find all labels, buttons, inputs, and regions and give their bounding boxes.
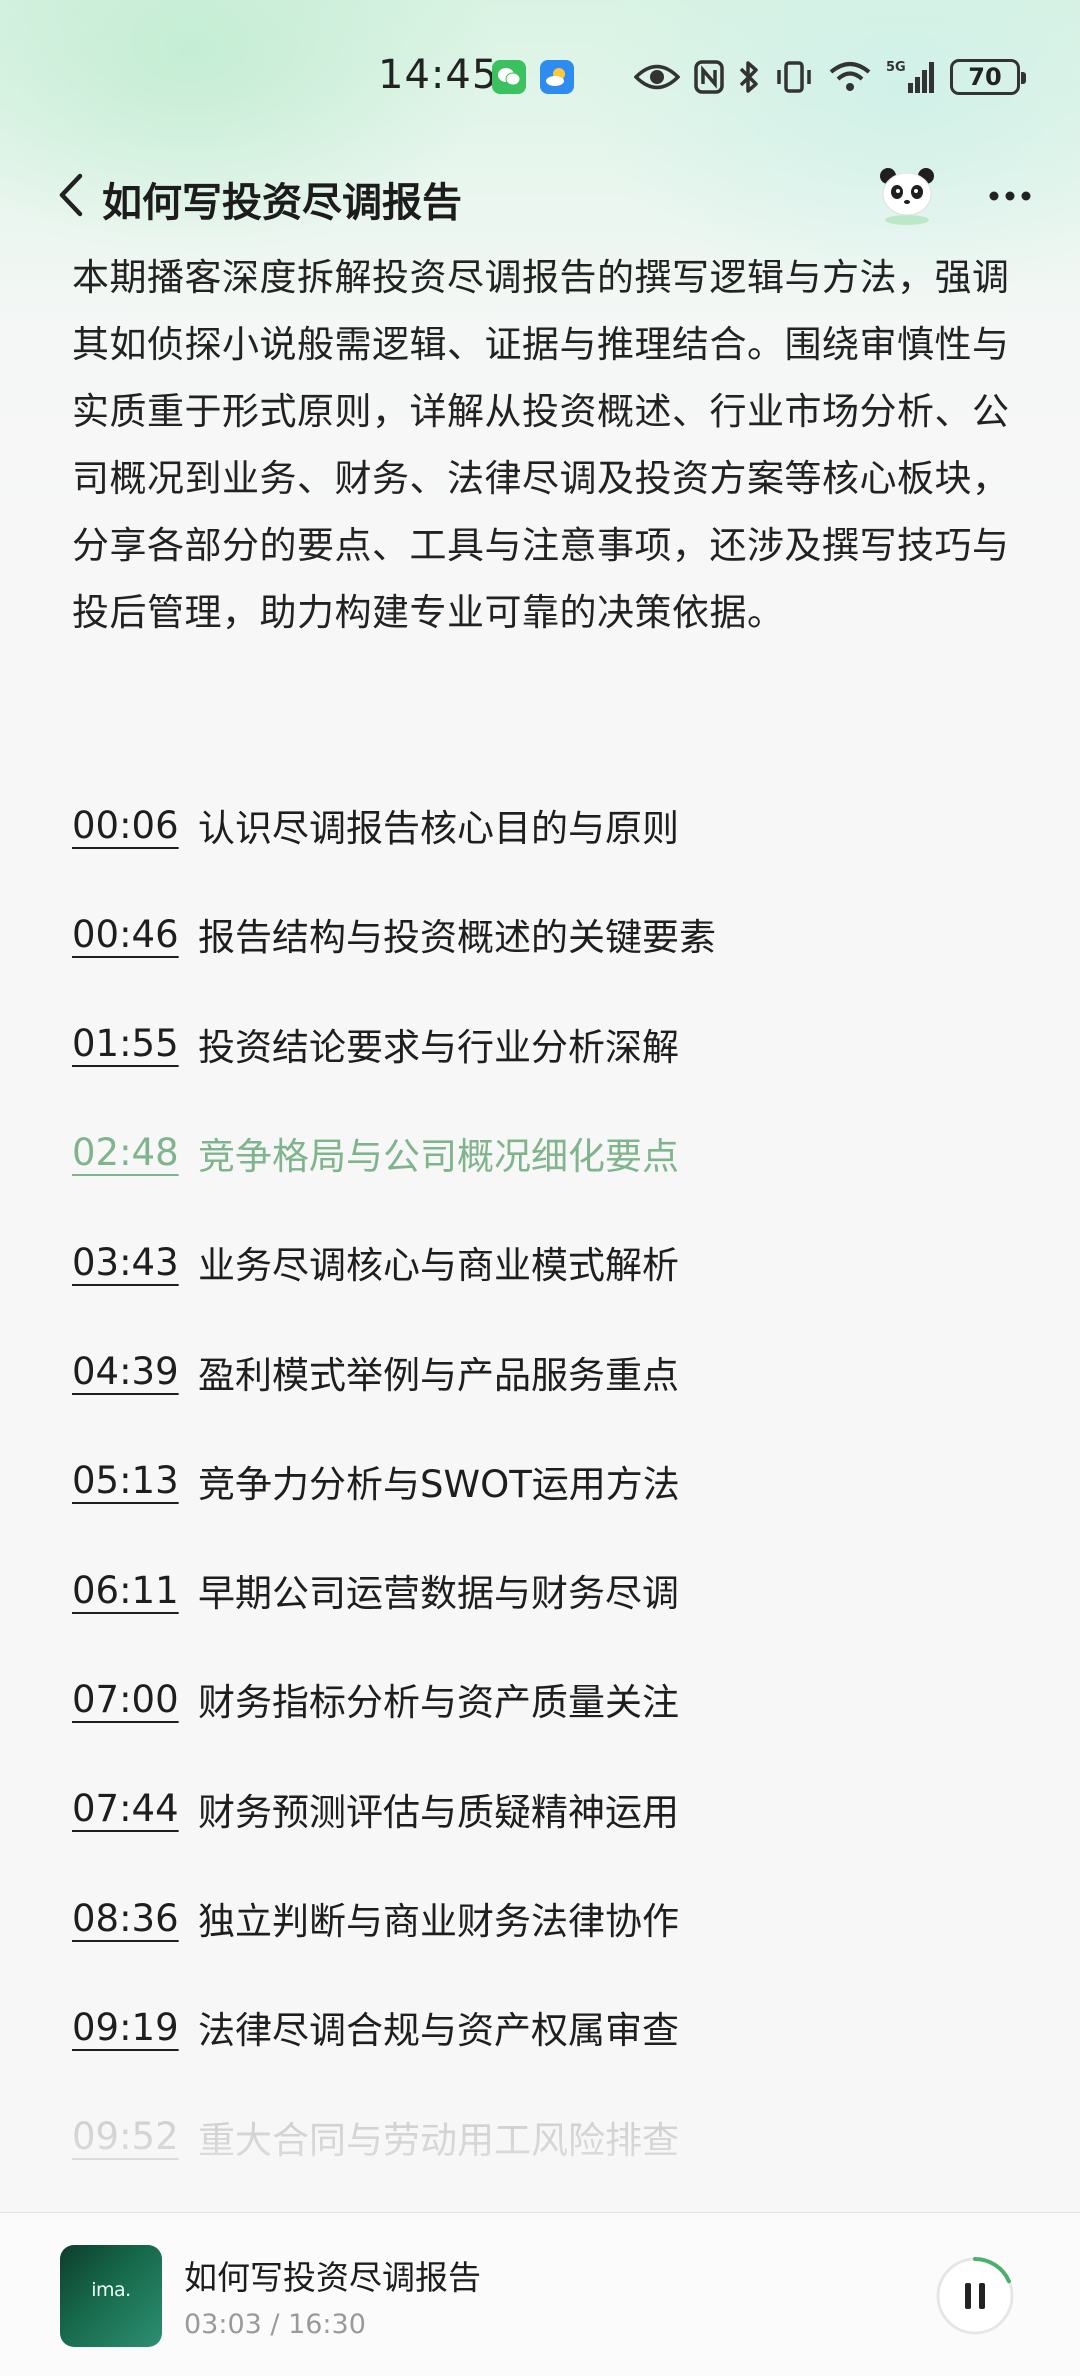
status-icons: 5G 70	[634, 54, 1026, 100]
chapter-timestamp[interactable]: 05:13	[72, 1459, 198, 1502]
chapter-item[interactable]: 00:46 报告结构与投资概述的关键要素	[72, 899, 716, 969]
chapter-item[interactable]: 02:48 竞争格局与公司概况细化要点	[72, 1118, 679, 1188]
chapter-item[interactable]: 06:11 早期公司运营数据与财务尽调	[72, 1555, 679, 1625]
page-title: 如何写投资尽调报告	[102, 180, 462, 226]
chapter-timestamp[interactable]: 03:43	[72, 1241, 198, 1284]
chapter-item[interactable]: 03:43 业务尽调核心与商业模式解析	[72, 1227, 679, 1297]
chapter-title: 独立判断与商业财务法律协作	[198, 1900, 679, 1943]
chevron-left-icon[interactable]	[52, 168, 92, 222]
more-dots-icon[interactable]	[988, 190, 1032, 202]
chapter-title: 认识尽调报告核心目的与原则	[198, 807, 679, 850]
panda-avatar[interactable]	[876, 164, 938, 226]
chapter-title: 竞争力分析与SWOT运用方法	[198, 1462, 680, 1506]
chapter-timestamp[interactable]: 06:11	[72, 1569, 198, 1612]
chapter-timestamp[interactable]: 04:39	[72, 1350, 198, 1393]
chapter-timestamp[interactable]: 02:48	[72, 1131, 198, 1174]
pause-button[interactable]	[934, 2255, 1016, 2337]
chapter-title: 报告结构与投资概述的关键要素	[198, 916, 716, 960]
chapter-timestamp[interactable]: 00:46	[72, 913, 198, 956]
chapter-timestamp[interactable]: 00:06	[72, 804, 198, 847]
battery-icon: 70	[950, 59, 1026, 95]
chapter-timestamp[interactable]: 08:36	[72, 1897, 198, 1940]
bluetooth-icon	[739, 61, 758, 93]
signal-icon: 5G	[886, 60, 934, 93]
chapter-item[interactable]: 07:00 财务指标分析与资产质量关注	[72, 1664, 679, 1734]
podcast-detail-screen: 14:45 5G 70 如何写投资尽调报告 本期播客深度拆解投资尽调报告的撰写逻…	[0, 0, 1080, 2376]
chapter-title: 财务指标分析与资产质量关注	[198, 1681, 679, 1725]
vibrate-icon	[777, 61, 811, 93]
chapter-title: 法律尽调合规与资产权属审查	[198, 2009, 679, 2053]
chapter-title: 竞争格局与公司概况细化要点	[198, 1134, 679, 1178]
chapter-item[interactable]: 05:13 竞争力分析与SWOT运用方法	[72, 1446, 680, 1516]
nfc-icon	[694, 60, 724, 94]
chapter-item[interactable]: 09:52 重大合同与劳动用工风险排查	[72, 2102, 679, 2172]
chapter-title: 财务预测评估与质疑精神运用	[198, 1790, 679, 1834]
weather-icon	[540, 60, 574, 94]
chapter-timestamp[interactable]: 07:00	[72, 1678, 198, 1721]
svg-text:5G: 5G	[886, 60, 906, 75]
chapter-title: 盈利模式举例与产品服务重点	[198, 1353, 679, 1397]
chapter-item[interactable]: 04:39 盈利模式举例与产品服务重点	[72, 1337, 679, 1407]
cover-logo: ima.	[91, 2279, 131, 2301]
mini-player[interactable]: ima. 如何写投资尽调报告 03:03 / 16:30	[0, 2212, 1080, 2376]
chapter-title: 重大合同与劳动用工风险排查	[198, 2118, 679, 2162]
player-title: 如何写投资尽调报告	[184, 2258, 481, 2297]
header: 如何写投资尽调报告	[0, 150, 1080, 240]
eye-icon	[634, 64, 680, 90]
status-bar: 14:45 5G 70	[0, 0, 1080, 150]
chapter-timestamp[interactable]: 09:52	[72, 2115, 198, 2158]
chapter-title: 投资结论要求与行业分析深解	[198, 1025, 679, 1069]
episode-cover[interactable]: ima.	[60, 2245, 162, 2347]
battery-level: 70	[968, 63, 1002, 91]
chapter-item[interactable]: 09:19 法律尽调合规与资产权属审查	[72, 1992, 679, 2062]
status-time: 14:45	[378, 52, 499, 98]
chapter-item[interactable]: 00:06 认识尽调报告核心目的与原则	[72, 790, 679, 860]
chapter-timestamp[interactable]: 07:44	[72, 1787, 198, 1830]
chapter-title: 早期公司运营数据与财务尽调	[198, 1572, 679, 1616]
chapter-title: 业务尽调核心与商业模式解析	[198, 1244, 679, 1288]
chapter-item[interactable]: 08:36 独立判断与商业财务法律协作	[72, 1883, 679, 1953]
chapter-item[interactable]: 01:55 投资结论要求与行业分析深解	[72, 1009, 679, 1079]
chapter-item[interactable]: 07:44 财务预测评估与质疑精神运用	[72, 1774, 679, 1844]
wechat-icon	[492, 60, 526, 94]
player-time: 03:03 / 16:30	[184, 2309, 366, 2340]
chapter-timestamp[interactable]: 09:19	[72, 2006, 198, 2049]
episode-description: 本期播客深度拆解投资尽调报告的撰写逻辑与方法，强调其如侦探小说般需逻辑、证据与推…	[72, 256, 1010, 634]
chapter-timestamp[interactable]: 01:55	[72, 1022, 198, 1065]
wifi-icon	[829, 62, 871, 91]
